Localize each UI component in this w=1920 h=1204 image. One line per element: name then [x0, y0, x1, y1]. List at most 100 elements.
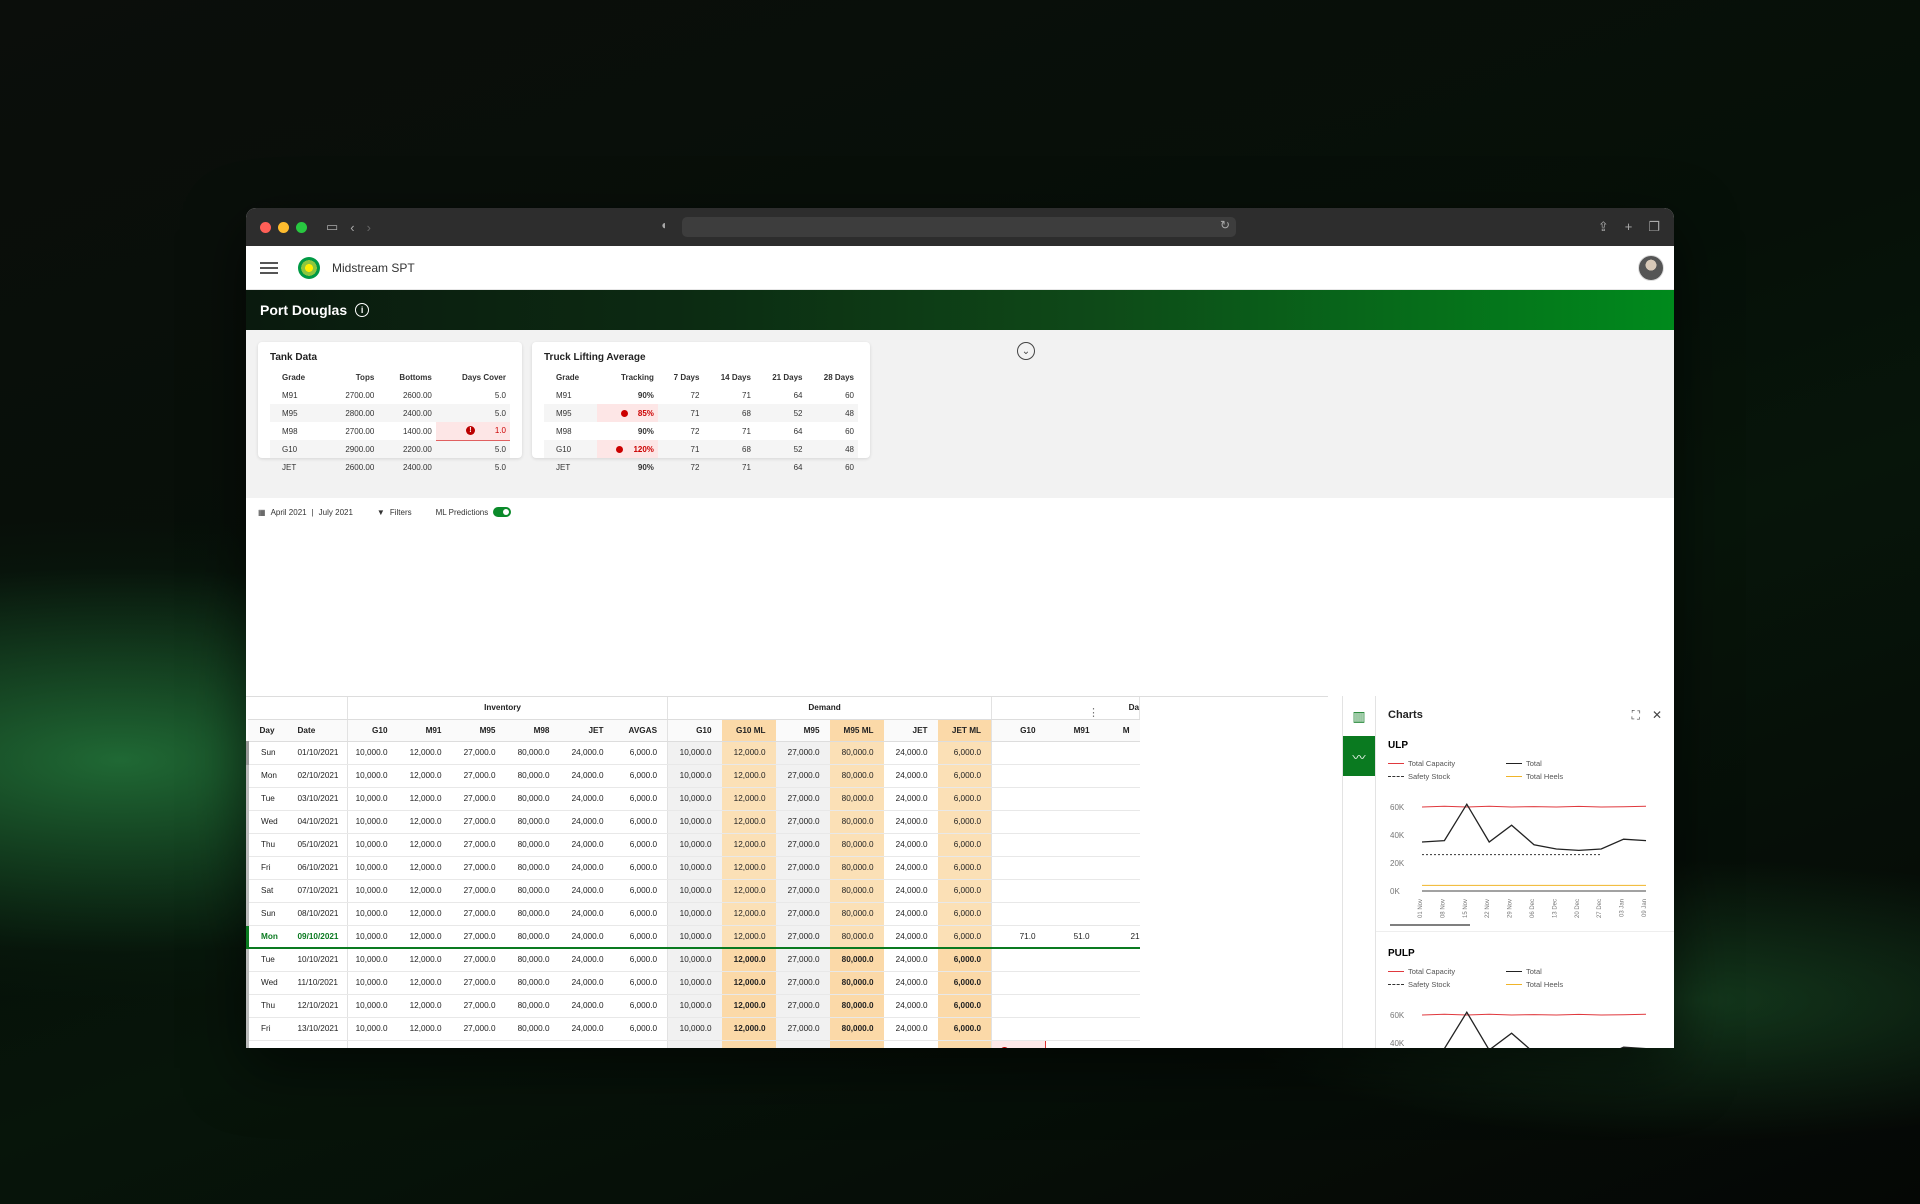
value-cell[interactable]: 71.0 [991, 925, 1046, 949]
maximize-window-button[interactable] [296, 221, 307, 233]
value-cell[interactable] [1045, 994, 1100, 1018]
column-header[interactable]: G10 [347, 719, 398, 742]
value-cell[interactable]: 80,000.0 [829, 787, 884, 811]
value-cell[interactable] [991, 833, 1046, 857]
value-cell[interactable] [991, 810, 1046, 834]
value-cell[interactable] [1099, 994, 1140, 1018]
legend-item[interactable]: Total Heels [1506, 980, 1616, 989]
value-cell[interactable]: 10,000.0 [667, 925, 722, 949]
value-cell[interactable]: 80,000.0 [505, 764, 560, 788]
value-cell[interactable]: 24,000.0 [559, 1040, 614, 1048]
value-cell[interactable]: 12,000.0 [397, 856, 452, 880]
table-row[interactable]: Fri 06/10/2021 10,000.0 12,000.0 27,000.0 80,… [246, 856, 1140, 880]
value-cell[interactable]: 80,000.0 [505, 787, 560, 811]
value-cell[interactable]: 51.0 [1045, 925, 1100, 949]
menu-icon[interactable] [260, 261, 278, 274]
value-cell[interactable]: 24,000.0 [883, 948, 938, 972]
legend-item[interactable]: Total [1506, 967, 1616, 976]
value-cell[interactable]: 10,000.0 [667, 856, 722, 880]
chevron-down-icon[interactable]: ⌄ [1017, 342, 1035, 360]
value-cell[interactable]: 10,000.0 [347, 879, 398, 903]
value-cell[interactable]: 10,000.0 [667, 741, 722, 765]
value-cell[interactable]: 6,000.0 [613, 810, 669, 834]
value-cell[interactable]: !1.0 [991, 1039, 1047, 1048]
value-cell[interactable]: 24,000.0 [559, 902, 614, 926]
value-cell[interactable] [1045, 741, 1100, 765]
value-cell[interactable]: 24,000.0 [883, 856, 938, 880]
value-cell[interactable]: 24,000.0 [883, 994, 938, 1018]
date-range-picker[interactable]: ▦ April 2021 | July 2021 [258, 508, 353, 517]
value-cell[interactable]: 10,000.0 [347, 741, 398, 765]
value-cell[interactable]: 24,000.0 [559, 879, 614, 903]
value-cell[interactable]: 10,000.0 [347, 1017, 398, 1041]
column-header[interactable]: G10 [667, 719, 722, 742]
value-cell[interactable]: 10,000.0 [667, 1040, 722, 1048]
value-cell[interactable]: 10,000.0 [667, 879, 722, 903]
column-header[interactable]: M95 [451, 719, 506, 742]
value-cell[interactable]: 12,000.0 [397, 994, 452, 1018]
column-header[interactable]: Day [247, 719, 286, 742]
value-cell[interactable]: 6,000.0 [937, 787, 993, 811]
value-cell[interactable]: 12,000.0 [397, 833, 452, 857]
value-cell[interactable] [1045, 902, 1100, 926]
value-cell[interactable]: 80,000.0 [829, 971, 884, 995]
value-cell[interactable]: 24,000.0 [883, 1017, 938, 1041]
value-cell[interactable]: 12,000.0 [721, 764, 776, 788]
value-cell[interactable]: 12,000.0 [397, 764, 452, 788]
value-cell[interactable]: 27,000.0 [775, 1017, 830, 1041]
panel-resize-handle[interactable]: ⋮ [1088, 706, 1099, 719]
table-row[interactable]: Wed 11/10/2021 10,000.0 12,000.0 27,000.0 80,… [246, 971, 1140, 995]
forward-icon[interactable]: › [367, 220, 371, 235]
value-cell[interactable]: 12,000.0 [721, 879, 776, 903]
table-row[interactable]: Fri 13/10/2021 10,000.0 12,000.0 27,000.0 80,… [246, 1017, 1140, 1041]
tabs-overview-icon[interactable]: ❐ [1648, 219, 1660, 235]
value-cell[interactable]: 24,000.0 [559, 764, 614, 788]
value-cell[interactable]: 24,000.0 [559, 810, 614, 834]
value-cell[interactable]: 10,000.0 [667, 971, 722, 995]
value-cell[interactable]: 6,000.0 [937, 902, 993, 926]
value-cell[interactable]: 12,000.0 [397, 787, 452, 811]
sidebar-toggle-icon[interactable]: ▭ [326, 219, 338, 235]
value-cell[interactable]: 80,000.0 [505, 1017, 560, 1041]
value-cell[interactable]: 6,000.0 [613, 948, 669, 972]
value-cell[interactable] [1099, 833, 1140, 857]
value-cell[interactable]: 24,000.0 [559, 833, 614, 857]
value-cell[interactable]: 24,000.0 [559, 787, 614, 811]
value-cell[interactable]: 6,000.0 [937, 764, 993, 788]
value-cell[interactable]: 24,000.0 [559, 948, 614, 972]
value-cell[interactable]: 80,000.0 [829, 764, 884, 788]
value-cell[interactable]: 27,000.0 [775, 764, 830, 788]
value-cell[interactable]: 12,000.0 [721, 810, 776, 834]
value-cell[interactable]: 12,000.0 [397, 879, 452, 903]
value-cell[interactable]: 6,000.0 [613, 971, 669, 995]
value-cell[interactable] [1099, 902, 1140, 926]
filters-button[interactable]: ▼ Filters [377, 508, 412, 517]
value-cell[interactable]: 10,000.0 [667, 833, 722, 857]
value-cell[interactable]: 24,000.0 [559, 856, 614, 880]
value-cell[interactable]: 6,000.0 [613, 764, 669, 788]
value-cell[interactable]: 27,000.0 [775, 971, 830, 995]
value-cell[interactable]: 10,000.0 [347, 902, 398, 926]
value-cell[interactable]: 12,000.0 [397, 741, 452, 765]
value-cell[interactable]: 6,000.0 [613, 833, 669, 857]
value-cell[interactable]: 24,000.0 [559, 1017, 614, 1041]
address-bar[interactable] [682, 217, 1236, 237]
info-icon[interactable]: i [355, 303, 370, 317]
value-cell[interactable]: 6,000.0 [937, 1040, 993, 1048]
avatar[interactable] [1638, 255, 1664, 281]
value-cell[interactable]: 12,000.0 [721, 856, 776, 880]
value-cell[interactable]: 27,000.0 [451, 994, 506, 1018]
value-cell[interactable]: 6,000.0 [613, 1040, 669, 1048]
value-cell[interactable] [1045, 948, 1100, 972]
value-cell[interactable] [1045, 879, 1100, 903]
value-cell[interactable]: 6,000.0 [613, 994, 669, 1018]
value-cell[interactable]: 10,000.0 [347, 810, 398, 834]
value-cell[interactable]: 24,000.0 [883, 810, 938, 834]
value-cell[interactable]: 6,000.0 [613, 1017, 669, 1041]
value-cell[interactable]: 12,000.0 [397, 948, 452, 972]
value-cell[interactable]: 12,000.0 [397, 902, 452, 926]
value-cell[interactable]: 6,000.0 [613, 879, 669, 903]
close-window-button[interactable] [260, 221, 271, 233]
value-cell[interactable]: 24,000.0 [559, 741, 614, 765]
value-cell[interactable]: 24,000.0 [559, 971, 614, 995]
